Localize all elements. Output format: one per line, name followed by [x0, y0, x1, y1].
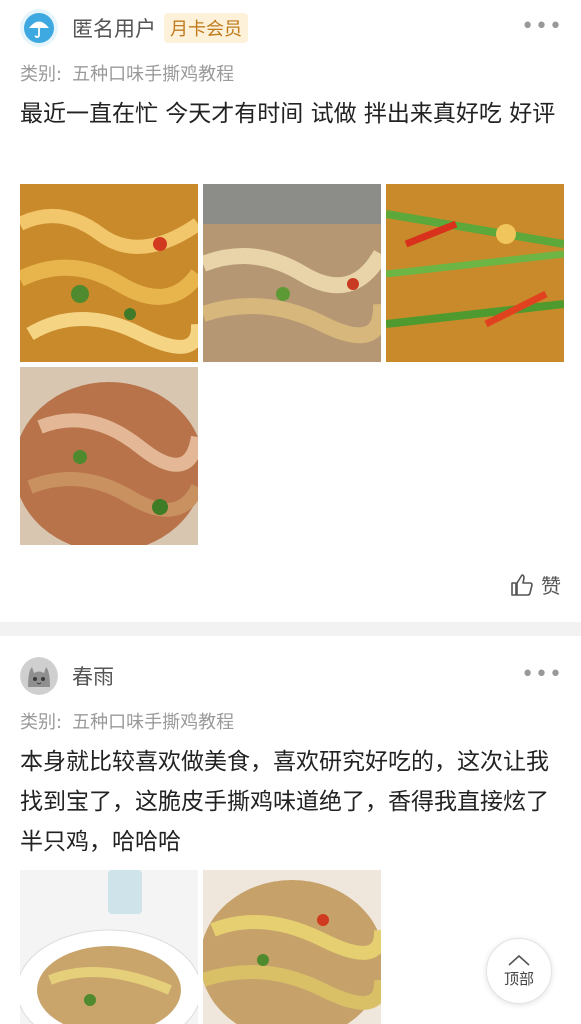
- post-category: 类别: 五种口味手撕鸡教程: [20, 60, 234, 86]
- category-label: 类别:: [20, 712, 63, 733]
- food-photo-6[interactable]: [203, 870, 381, 1024]
- like-button[interactable]: 赞: [509, 570, 561, 599]
- umbrella-avatar-icon: [20, 9, 58, 47]
- more-dots-icon[interactable]: •••: [521, 662, 563, 687]
- post-header: 春雨: [20, 656, 114, 696]
- category-link[interactable]: 五种口味手撕鸡教程: [72, 64, 234, 85]
- thumbs-up-icon: [511, 573, 533, 596]
- back-to-top-label: 顶部: [503, 969, 534, 988]
- food-photo-1[interactable]: [20, 184, 198, 362]
- category-link[interactable]: 五种口味手撕鸡教程: [72, 712, 234, 733]
- category-label: 类别:: [20, 64, 63, 85]
- food-photo-4[interactable]: [20, 367, 198, 545]
- chevron-up-icon: [508, 954, 530, 966]
- post-header: 匿名用户 月卡会员: [20, 8, 248, 48]
- username[interactable]: 匿名用户: [72, 13, 156, 43]
- member-badge: 月卡会员: [164, 13, 248, 43]
- post-divider: [0, 622, 581, 636]
- food-photo-2[interactable]: [203, 184, 381, 362]
- post-text: 本身就比较喜欢做美食，喜欢研究好吃的，这次让我找到宝了，这脆皮手撕鸡味道绝了，香…: [20, 749, 549, 855]
- food-photo-5[interactable]: [20, 870, 198, 1024]
- username[interactable]: 春雨: [72, 661, 114, 691]
- more-dots-icon[interactable]: •••: [521, 14, 563, 39]
- post-card-1: 匿名用户 月卡会员 ••• 类别: 五种口味手撕鸡教程 最近一直在忙 今天才有时间…: [0, 0, 581, 622]
- cat-avatar-icon: [20, 657, 58, 695]
- avatar[interactable]: [20, 657, 58, 695]
- post-text: 最近一直在忙 今天才有时间 试做 拌出来真好吃 好评: [20, 101, 556, 127]
- back-to-top-button[interactable]: 顶部: [486, 938, 552, 1004]
- like-label: 赞: [541, 574, 561, 598]
- food-photo-3[interactable]: [386, 184, 564, 362]
- avatar[interactable]: [20, 9, 58, 47]
- post-category: 类别: 五种口味手撕鸡教程: [20, 708, 234, 734]
